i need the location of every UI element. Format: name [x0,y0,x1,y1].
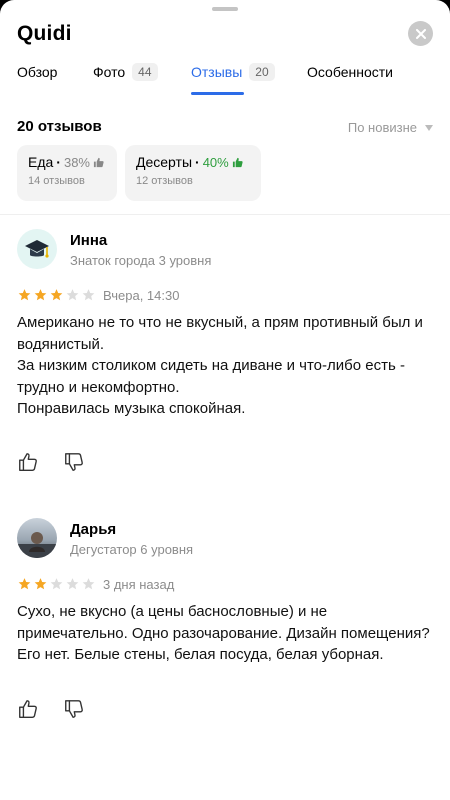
tab-overview[interactable]: Обзор [17,64,57,96]
divider [0,214,450,215]
review-text-body: Сухо, не вкусно (а цены баснословные) и … [17,603,430,663]
tab-photos[interactable]: Фото 44 [93,63,158,96]
aspect-percent: 38% [63,154,90,170]
review-votes [17,698,85,720]
place-card-sheet: Quidi Обзор Фото 44 Отзывы 20 Особенност… [0,0,450,800]
star-empty-icon [82,289,95,301]
thumbs-down-icon[interactable] [63,698,85,720]
review-card: Инна Знаток города 3 уровня Вчера, 14:30… [17,229,433,479]
tab-count-badge: 44 [132,63,158,81]
close-icon [415,28,426,39]
author-level: Знаток города 3 уровня [70,253,212,268]
tab-label: Обзор [17,64,58,80]
tab-label: Особенности [307,64,393,80]
review-card: Дарья Дегустатор 6 уровня 3 дня назад Су… [17,518,433,728]
thumbs-up-icon [232,157,243,167]
review-rating: 3 дня назад [17,576,175,592]
sheet-grabber[interactable] [212,7,238,11]
sort-label: По новизне [347,120,417,135]
thumbs-down-icon[interactable] [63,451,85,473]
star-filled-icon [34,578,47,590]
thumbs-up-icon [93,157,104,167]
tab-count-badge: 20 [249,63,275,81]
star-filled-icon [18,289,31,301]
author-level: Дегустатор 6 уровня [70,542,194,557]
active-tab-indicator [191,92,244,95]
aspect-percent: 40% [202,154,229,170]
tab-label: Фото [93,64,126,80]
aspect-review-count: 12 отзывов [136,175,193,187]
photo-avatar [17,532,57,558]
close-button[interactable] [408,21,433,46]
star-empty-icon [82,578,95,590]
review-date: 3 дня назад [103,576,175,592]
star-filled-icon [50,289,63,301]
star-empty-icon [66,578,79,590]
tab-features[interactable]: Особенности [307,64,393,96]
user-avatar[interactable] [17,229,57,269]
star-empty-icon [50,578,63,590]
review-text: Американо не то что не вкусный, а прям п… [17,312,433,420]
star-empty-icon [66,289,79,301]
place-title: Quidi [17,22,72,45]
graduation-cap-icon [25,240,49,258]
tab-bar: Обзор Фото 44 Отзывы 20 Особенности [0,63,450,96]
review-text: Сухо, не вкусно (а цены баснословные) и … [17,601,433,666]
thumbs-up-icon[interactable] [17,698,39,720]
user-avatar[interactable] [17,518,57,558]
star-rating [17,577,96,591]
star-filled-icon [18,578,31,590]
review-date: Вчера, 14:30 [103,287,180,303]
review-votes [17,451,85,473]
tab-label: Отзывы [191,64,243,80]
aspect-chip-food[interactable]: Еда · 38% 14 отзывов [17,145,117,201]
star-rating [17,288,96,302]
chevron-down-icon [425,124,433,131]
review-author[interactable]: Инна [70,232,107,249]
thumbs-up-icon[interactable] [17,451,39,473]
sort-dropdown[interactable]: По новизне [348,120,433,135]
reviews-summary: 20 отзывов По новизне [17,118,433,135]
review-text-body: Американо не то что не вкусный, а прям п… [17,314,423,417]
review-rating: Вчера, 14:30 [17,287,180,303]
header: Quidi [17,21,433,50]
tab-reviews[interactable]: Отзывы 20 [191,63,275,96]
star-filled-icon [34,289,47,301]
review-author[interactable]: Дарья [70,521,116,538]
aspect-name: Десерты [136,154,193,170]
aspect-name: Еда [28,154,54,170]
aspect-review-count: 14 отзывов [28,175,85,187]
aspect-chip-desserts[interactable]: Десерты · 40% 12 отзывов [125,145,261,201]
